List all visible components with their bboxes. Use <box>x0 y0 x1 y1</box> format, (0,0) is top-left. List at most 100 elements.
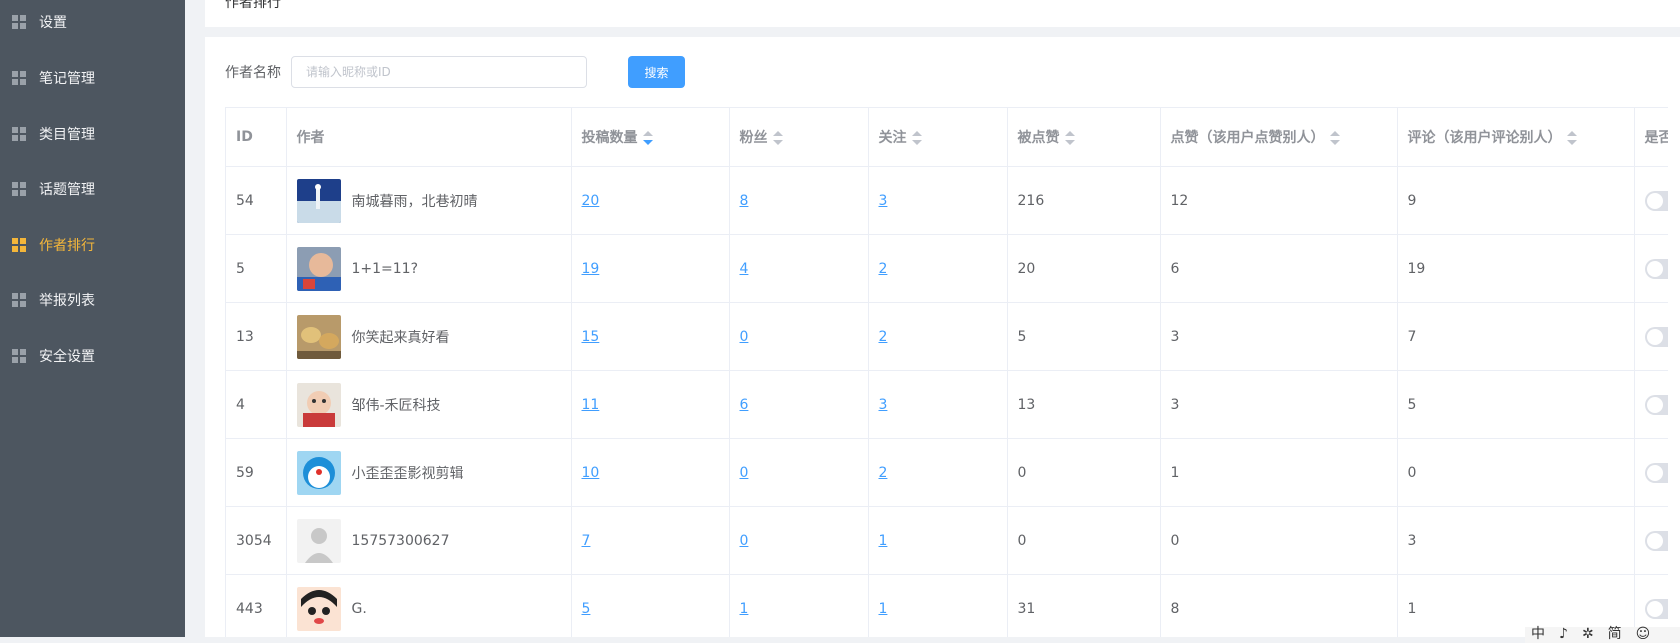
cell-fans[interactable]: 8 <box>729 166 869 235</box>
follows-link[interactable]: 1 <box>879 601 888 617</box>
status-toggle[interactable] <box>1644 394 1668 415</box>
sidebar-item-notes[interactable]: 笔记管理 <box>0 58 185 98</box>
posts-link[interactable]: 20 <box>582 193 600 209</box>
author-name: 你笑起来真好看 <box>351 329 450 346</box>
sidebar-item-settings[interactable]: 设置 <box>0 2 185 42</box>
status-toggle[interactable] <box>1644 258 1668 279</box>
status-toggle[interactable] <box>1644 190 1668 211</box>
column-header-posts[interactable]: 投稿数量 <box>571 108 730 167</box>
search-button[interactable]: 搜索 <box>628 56 685 88</box>
posts-link[interactable]: 7 <box>582 533 591 549</box>
cell-posts[interactable]: 15 <box>571 302 730 371</box>
fans-link[interactable]: 0 <box>740 329 749 345</box>
column-header-likes-given[interactable]: 点赞（该用户点赞别人） <box>1160 108 1398 167</box>
cell-follows[interactable]: 3 <box>868 166 1008 235</box>
posts-link[interactable]: 19 <box>582 261 600 277</box>
cell-follows[interactable]: 2 <box>868 438 1008 507</box>
status-toggle[interactable] <box>1644 326 1668 347</box>
cell-likes-given: 1 <box>1160 438 1398 507</box>
ime-punct-icon[interactable]: ♪ <box>1559 627 1568 641</box>
follows-link[interactable]: 1 <box>879 533 888 549</box>
sort-icon[interactable] <box>1329 131 1340 145</box>
cell-posts[interactable]: 10 <box>571 438 730 507</box>
cell-follows[interactable]: 2 <box>868 302 1008 371</box>
cell-fans[interactable]: 0 <box>729 302 869 371</box>
cell-posts[interactable]: 19 <box>571 234 730 303</box>
cell-fans[interactable]: 6 <box>729 370 869 439</box>
ime-toolbar: 中 ♪ ✲ 简 ☺ <box>1525 627 1680 643</box>
cell-posts[interactable]: 7 <box>571 506 730 575</box>
ime-skin-icon[interactable]: ✲ <box>1582 627 1594 641</box>
posts-link[interactable]: 10 <box>582 465 600 481</box>
fans-link[interactable]: 0 <box>740 465 749 481</box>
cell-posts[interactable]: 5 <box>571 574 730 637</box>
author-name: G. <box>351 600 367 617</box>
cell-status[interactable] <box>1634 234 1668 303</box>
ime-emoji-icon[interactable]: ☺ <box>1636 627 1651 641</box>
fans-link[interactable]: 1 <box>740 601 749 617</box>
follows-link[interactable]: 3 <box>879 397 888 413</box>
cell-author: 小歪歪歪影视剪辑 <box>286 438 572 507</box>
sidebar-item-label: 类目管理 <box>39 127 95 143</box>
column-header-fans[interactable]: 粉丝 <box>729 108 869 167</box>
column-header-comments[interactable]: 评论（该用户评论别人） <box>1397 108 1635 167</box>
cell-follows[interactable]: 2 <box>868 234 1008 303</box>
cell-posts[interactable]: 20 <box>571 166 730 235</box>
cell-status[interactable] <box>1634 438 1668 507</box>
fans-link[interactable]: 4 <box>740 261 749 277</box>
fans-link[interactable]: 8 <box>740 193 749 209</box>
fans-link[interactable]: 6 <box>740 397 749 413</box>
sort-icon[interactable] <box>772 131 783 145</box>
cell-status[interactable] <box>1634 166 1668 235</box>
cell-author: 邹伟-禾匠科技 <box>286 370 572 439</box>
sort-icon[interactable] <box>1566 131 1577 145</box>
follows-link[interactable]: 2 <box>879 329 888 345</box>
cell-fans[interactable]: 1 <box>729 574 869 637</box>
sidebar-item-reports[interactable]: 举报列表 <box>0 280 185 320</box>
posts-link[interactable]: 5 <box>582 601 591 617</box>
column-header-liked[interactable]: 被点赞 <box>1007 108 1161 167</box>
sort-icon[interactable] <box>911 131 922 145</box>
cell-follows[interactable]: 1 <box>868 506 1008 575</box>
cell-id: 5 <box>226 234 287 303</box>
follows-link[interactable]: 3 <box>879 193 888 209</box>
sort-icon[interactable] <box>1064 131 1075 145</box>
column-header-follows[interactable]: 关注 <box>868 108 1008 167</box>
posts-link[interactable]: 15 <box>582 329 600 345</box>
cell-fans[interactable]: 4 <box>729 234 869 303</box>
sidebar-item-author-ranking[interactable]: 作者排行 <box>0 225 185 265</box>
cell-fans[interactable]: 0 <box>729 438 869 507</box>
follows-link[interactable]: 2 <box>879 261 888 277</box>
avatar <box>296 314 341 359</box>
cell-comments: 7 <box>1397 302 1635 371</box>
author-name: 南城暮雨，北巷初晴 <box>351 193 478 210</box>
grid-icon <box>12 293 26 307</box>
sidebar-item-categories[interactable]: 类目管理 <box>0 114 185 154</box>
cell-liked: 216 <box>1007 166 1161 235</box>
status-toggle[interactable] <box>1644 530 1668 551</box>
author-name: 小歪歪歪影视剪辑 <box>351 465 464 482</box>
status-toggle[interactable] <box>1644 462 1668 483</box>
cell-status[interactable] <box>1634 506 1668 575</box>
search-input[interactable] <box>291 56 587 88</box>
posts-link[interactable]: 11 <box>582 397 600 413</box>
ime-mode-button[interactable]: 中 <box>1531 627 1545 641</box>
cell-posts[interactable]: 11 <box>571 370 730 439</box>
cell-fans[interactable]: 0 <box>729 506 869 575</box>
sidebar-item-topics[interactable]: 话题管理 <box>0 169 185 209</box>
avatar <box>296 586 341 631</box>
cell-author: 你笑起来真好看 <box>286 302 572 371</box>
status-toggle[interactable] <box>1644 598 1668 619</box>
follows-link[interactable]: 2 <box>879 465 888 481</box>
column-header-status: 是否 <box>1634 108 1668 167</box>
ime-simplified-button[interactable]: 简 <box>1608 627 1622 641</box>
fans-link[interactable]: 0 <box>740 533 749 549</box>
author-name: 1+1=11? <box>351 260 419 277</box>
sort-icon[interactable] <box>642 131 653 145</box>
sidebar-item-security[interactable]: 安全设置 <box>0 336 185 376</box>
grid-icon <box>12 71 26 85</box>
cell-follows[interactable]: 3 <box>868 370 1008 439</box>
cell-follows[interactable]: 1 <box>868 574 1008 637</box>
cell-status[interactable] <box>1634 302 1668 371</box>
cell-status[interactable] <box>1634 370 1668 439</box>
